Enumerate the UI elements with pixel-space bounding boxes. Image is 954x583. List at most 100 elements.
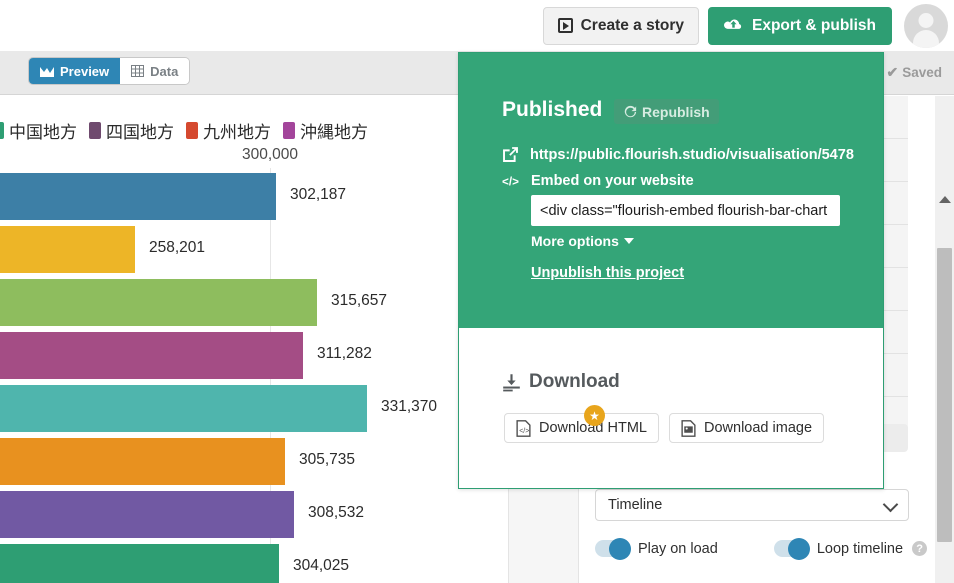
bar[interactable] <box>0 332 303 379</box>
vertical-scrollbar-thumb[interactable] <box>937 248 952 542</box>
legend-item[interactable]: 四国地方 <box>89 118 174 143</box>
export-publish-button[interactable]: Export & publish <box>708 6 892 45</box>
cloud-upload-icon <box>724 19 742 29</box>
published-url-link[interactable]: https://public.flourish.studio/visualisa… <box>530 147 854 163</box>
timeline-select-value: Timeline <box>608 497 663 513</box>
more-options-label: More options <box>531 233 619 249</box>
bar-row[interactable]: 311,282 <box>0 329 460 382</box>
toggle-switch[interactable] <box>595 537 631 560</box>
unpublish-link[interactable]: Unpublish this project <box>531 265 684 281</box>
bar-row[interactable]: 258,201 <box>0 223 460 276</box>
avatar-body <box>913 29 939 48</box>
settings-column-background <box>509 486 578 583</box>
bar[interactable] <box>0 544 279 583</box>
chevron-down-icon <box>882 496 899 513</box>
file-image-icon <box>681 419 696 437</box>
chart-preview-area: Feb 2019 中国地方四国地方九州地方沖縄地方 300,000 302,18… <box>0 96 460 583</box>
create-story-button[interactable]: Create a story <box>542 6 699 45</box>
bar-value-label: 308,532 <box>308 504 365 521</box>
saved-label: Saved <box>902 65 942 80</box>
saved-status: ✔ Saved <box>886 64 942 81</box>
more-options-toggle[interactable]: More options <box>531 233 634 249</box>
svg-text:</>: </> <box>502 175 519 188</box>
legend-item[interactable]: 九州地方 <box>186 118 271 143</box>
bar-row[interactable]: 308,532 <box>0 488 460 541</box>
external-link-icon <box>503 147 518 162</box>
x-axis-tick-label: 300,000 <box>241 146 299 163</box>
publish-popup-header <box>459 53 883 328</box>
code-icon: </> <box>502 175 519 188</box>
bar-value-label: 331,370 <box>381 398 438 415</box>
bar-value-label: 258,201 <box>149 239 206 256</box>
check-icon: ✔ <box>886 64 899 80</box>
bar[interactable] <box>0 226 135 273</box>
legend-swatch <box>283 122 295 139</box>
help-icon[interactable]: ? <box>912 541 928 556</box>
embed-code-value: <div class="flourish-embed flourish-bar-… <box>540 202 828 219</box>
avatar-head <box>918 12 934 28</box>
timeline-toggle-row: Play on load Loop timeline ? <box>595 537 928 560</box>
bar-value-label: 304,025 <box>293 557 350 574</box>
chart-area-icon <box>40 66 54 77</box>
republish-button[interactable]: Republish <box>614 99 719 124</box>
bar-value-label: 315,657 <box>331 292 388 309</box>
bar-row[interactable]: 315,657 <box>0 276 460 329</box>
publish-popup: Published Republish https://public.flour… <box>458 52 884 489</box>
bar[interactable] <box>0 279 317 326</box>
bar-row[interactable]: 331,370 <box>0 382 460 435</box>
svg-text:</>: </> <box>519 427 529 434</box>
bar-row[interactable]: 302,187 <box>0 170 460 223</box>
legend-label: 四国地方 <box>106 123 174 142</box>
download-html-button[interactable]: </> Download HTML <box>504 413 659 443</box>
tab-data[interactable]: Data <box>120 58 190 84</box>
play-on-load-label: Play on load <box>638 540 718 557</box>
caret-up-icon[interactable] <box>939 196 951 203</box>
table-grid-icon <box>131 65 145 77</box>
play-on-load-toggle[interactable]: Play on load <box>595 537 718 560</box>
bar[interactable] <box>0 385 367 432</box>
tab-group: Preview Data <box>29 58 190 84</box>
published-url-row[interactable]: https://public.flourish.studio/visualisa… <box>502 146 892 163</box>
chart-legend: 中国地方 四国地方 九州地方 沖縄地方 <box>0 118 380 143</box>
vertical-scrollbar-track[interactable] <box>935 96 954 583</box>
legend-label: 中国地方 <box>9 123 77 142</box>
bar-row[interactable]: 305,735 <box>0 435 460 488</box>
download-buttons: </> Download HTML Download image <box>504 413 825 443</box>
bar-series: 302,187 258,201 315,657 311,282 331,370 305,7… <box>0 170 460 583</box>
bar[interactable] <box>0 438 285 485</box>
tab-preview-label: Preview <box>60 63 110 79</box>
create-story-label: Create a story <box>580 16 684 34</box>
tab-data-label: Data <box>150 63 179 79</box>
bar[interactable] <box>0 491 294 538</box>
embed-code-input[interactable]: <div class="flourish-embed flourish-bar-… <box>531 195 840 226</box>
bar-value-label: 302,187 <box>290 186 347 203</box>
loop-timeline-toggle[interactable]: Loop timeline ? <box>773 537 928 560</box>
republish-label: Republish <box>642 103 710 120</box>
avatar[interactable] <box>904 3 948 48</box>
published-title: Published <box>502 98 603 121</box>
legend-swatch <box>186 122 198 139</box>
panel-divider <box>578 486 579 583</box>
timeline-select[interactable]: Timeline <box>595 489 909 521</box>
bar-row[interactable]: 304,025 <box>0 541 460 583</box>
download-image-button[interactable]: Download image <box>669 413 825 443</box>
bar-value-label: 305,735 <box>299 451 356 468</box>
file-code-icon: </> <box>516 419 531 437</box>
bar[interactable] <box>0 173 276 220</box>
play-square-icon <box>557 18 573 33</box>
legend-swatch <box>89 122 101 139</box>
export-publish-label: Export & publish <box>752 16 876 34</box>
caret-down-icon <box>623 238 634 244</box>
toggle-switch[interactable] <box>773 537 810 560</box>
embed-row: </> Embed on your website <box>502 173 694 189</box>
star-icon: ★ <box>584 405 605 426</box>
legend-swatch <box>0 122 4 139</box>
download-section-title: Download <box>502 371 620 393</box>
legend-item[interactable]: 中国地方 <box>0 118 77 143</box>
top-header-bar: Create a story Export & publish <box>0 0 954 51</box>
legend-item[interactable]: 沖縄地方 <box>283 118 368 143</box>
loop-timeline-label: Loop timeline <box>816 540 904 557</box>
embed-label: Embed on your website <box>531 173 694 189</box>
tab-preview[interactable]: Preview <box>29 58 121 84</box>
download-image-label: Download image <box>704 420 813 436</box>
